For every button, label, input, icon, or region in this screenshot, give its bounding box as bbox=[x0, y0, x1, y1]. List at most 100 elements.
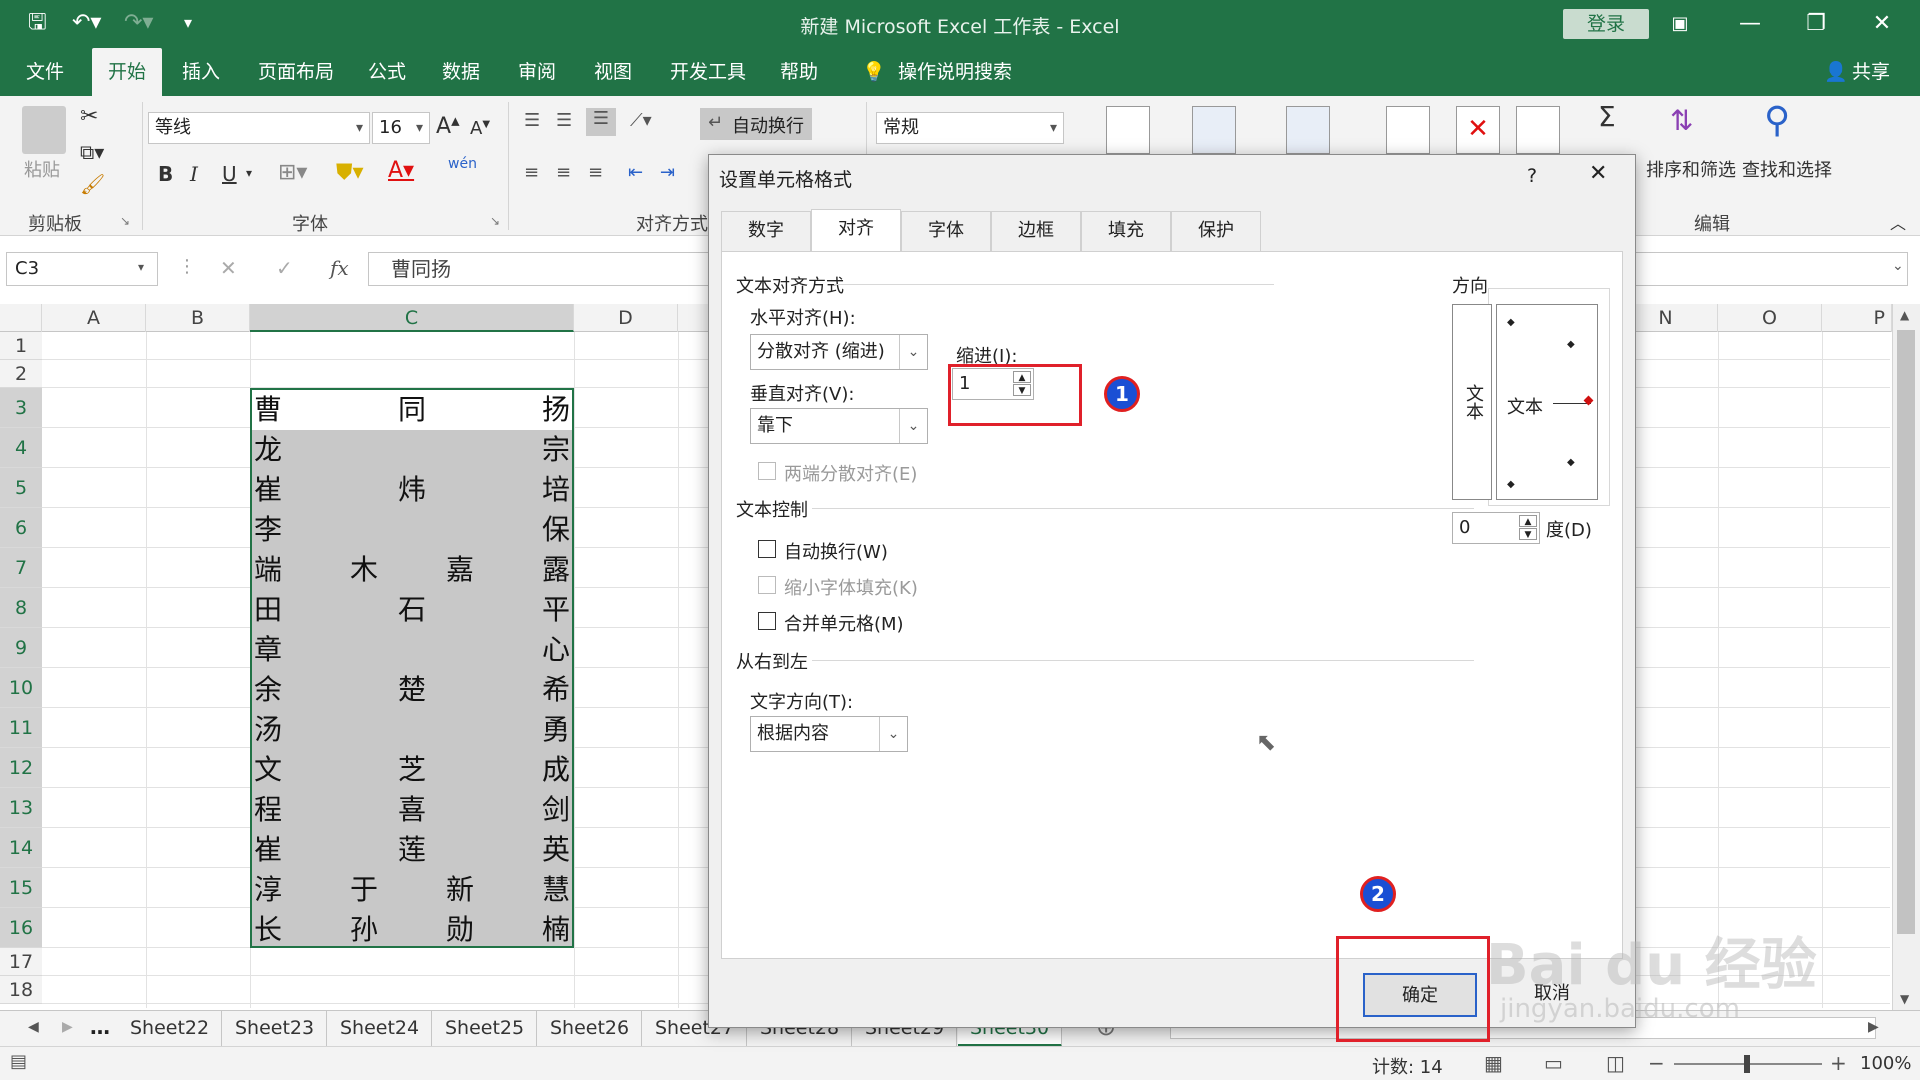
collapse-ribbon-icon[interactable]: ︿ bbox=[1890, 210, 1906, 234]
vertical-scrollbar[interactable]: ▲ ▼ bbox=[1892, 304, 1920, 1010]
scroll-up-icon[interactable]: ▲ bbox=[1900, 308, 1909, 322]
sheet-tab[interactable]: Sheet25 bbox=[433, 1011, 538, 1047]
row-header[interactable]: 10 bbox=[0, 668, 42, 708]
tab-home[interactable]: 开始 bbox=[92, 48, 162, 96]
table-row[interactable]: 崔莲英 bbox=[254, 830, 570, 870]
table-row[interactable]: 长孙勋楠 bbox=[254, 910, 570, 950]
login-button[interactable]: 登录 bbox=[1563, 9, 1649, 39]
table-row[interactable]: 章心 bbox=[254, 630, 570, 670]
table-row[interactable]: 李保 bbox=[254, 510, 570, 550]
sheet-tab[interactable]: Sheet24 bbox=[328, 1011, 433, 1047]
cut-icon[interactable]: ✂ bbox=[80, 104, 98, 129]
increase-indent-icon[interactable]: ⇥ bbox=[660, 162, 675, 183]
copy-icon[interactable]: ⧉▾ bbox=[80, 140, 104, 164]
sheet-tab[interactable]: Sheet22 bbox=[118, 1011, 223, 1047]
table-row[interactable]: 淳于新慧 bbox=[254, 870, 570, 910]
zoom-slider-thumb[interactable] bbox=[1744, 1055, 1750, 1073]
table-row[interactable]: 程喜剑 bbox=[254, 790, 570, 830]
prev-sheet-icon[interactable]: ◀ bbox=[28, 1019, 39, 1035]
cell-styles-icon[interactable] bbox=[1286, 106, 1330, 154]
font-color-icon[interactable]: A▾ bbox=[388, 158, 414, 183]
tab-view[interactable]: 视图 bbox=[588, 48, 638, 96]
conditional-formatting-icon[interactable] bbox=[1106, 106, 1150, 154]
find-select-button[interactable]: 查找和选择 bbox=[1742, 156, 1832, 182]
row-header[interactable]: 15 bbox=[0, 868, 42, 908]
column-header[interactable]: A bbox=[42, 304, 146, 332]
format-as-table-icon[interactable] bbox=[1192, 106, 1236, 154]
row-header[interactable]: 18 bbox=[0, 976, 42, 1004]
font-size-select[interactable]: 16 bbox=[372, 112, 430, 144]
row-header[interactable]: 12 bbox=[0, 748, 42, 788]
spin-up-icon[interactable]: ▲ bbox=[1519, 515, 1537, 527]
minimize-icon[interactable]: — bbox=[1730, 8, 1770, 40]
row-header[interactable]: 16 bbox=[0, 908, 42, 948]
more-sheets-icon[interactable]: … bbox=[90, 1015, 110, 1039]
dialog-launcher-icon[interactable]: ↘ bbox=[120, 214, 130, 228]
column-header[interactable]: P bbox=[1822, 304, 1892, 332]
table-row[interactable]: 文芝成 bbox=[254, 750, 570, 790]
row-header[interactable]: 8 bbox=[0, 588, 42, 628]
tab-protection[interactable]: 保护 bbox=[1171, 211, 1261, 251]
vertical-text-toggle[interactable]: 文本 bbox=[1452, 304, 1492, 500]
horizontal-align-select[interactable]: 分散对齐 (缩进) ⌄ bbox=[750, 334, 928, 370]
table-row[interactable]: 龙宗 bbox=[254, 430, 570, 470]
underline-button[interactable]: U bbox=[222, 162, 237, 186]
table-row[interactable]: 汤勇 bbox=[254, 710, 570, 750]
font-name-select[interactable]: 等线 bbox=[148, 112, 370, 144]
tab-page-layout[interactable]: 页面布局 bbox=[252, 48, 340, 96]
table-row[interactable]: 田石平 bbox=[254, 590, 570, 630]
row-header[interactable]: 9 bbox=[0, 628, 42, 668]
merge-cells-checkbox[interactable] bbox=[758, 612, 776, 630]
row-header[interactable]: 2 bbox=[0, 360, 42, 388]
find-select-icon[interactable]: ⚲ bbox=[1764, 100, 1790, 141]
format-painter-icon[interactable]: 🖌 bbox=[80, 172, 105, 196]
tab-alignment[interactable]: 对齐 bbox=[811, 209, 901, 251]
tab-fill[interactable]: 填充 bbox=[1081, 211, 1171, 251]
zoom-out-icon[interactable]: − bbox=[1648, 1051, 1665, 1075]
align-right-icon[interactable]: ≡ bbox=[588, 162, 603, 183]
wrap-text-button[interactable]: ↵ 自动换行 bbox=[700, 108, 812, 140]
align-middle-icon[interactable]: ☰ bbox=[556, 110, 572, 131]
page-break-view-icon[interactable]: ◫ bbox=[1606, 1051, 1625, 1075]
tab-font[interactable]: 字体 bbox=[901, 211, 991, 251]
orientation-dial[interactable]: 文本 ◆ ◆ ◆ ◆ bbox=[1496, 304, 1598, 500]
name-box[interactable]: C3 bbox=[6, 252, 158, 286]
zoom-level[interactable]: 100% bbox=[1860, 1053, 1911, 1074]
column-header[interactable]: D bbox=[574, 304, 678, 332]
align-top-icon[interactable]: ☰ bbox=[524, 110, 540, 131]
delete-cells-icon[interactable]: ✕ bbox=[1456, 106, 1500, 154]
sheet-tab[interactable]: Sheet26 bbox=[538, 1011, 643, 1047]
ribbon-display-icon[interactable]: ▣ bbox=[1660, 8, 1700, 40]
insert-function-button[interactable]: fx bbox=[330, 256, 349, 280]
tab-review[interactable]: 审阅 bbox=[512, 48, 562, 96]
name-box-dropdown-icon[interactable]: ▾ bbox=[138, 260, 144, 274]
decrease-indent-icon[interactable]: ⇤ bbox=[628, 162, 643, 183]
sort-filter-button[interactable]: 排序和筛选 bbox=[1646, 156, 1736, 182]
align-center-icon[interactable]: ≡ bbox=[556, 162, 571, 183]
row-header[interactable]: 7 bbox=[0, 548, 42, 588]
tab-help[interactable]: 帮助 bbox=[774, 48, 824, 96]
font-dialog-launcher-icon[interactable]: ↘ bbox=[490, 214, 500, 228]
paste-button[interactable]: 粘贴 bbox=[24, 156, 60, 182]
align-bottom-icon[interactable]: ☰ bbox=[586, 108, 616, 136]
spin-down-icon[interactable]: ▼ bbox=[1519, 528, 1537, 540]
tab-number[interactable]: 数字 bbox=[721, 211, 811, 251]
fill-color-icon[interactable]: ⛊▾ bbox=[336, 160, 364, 185]
tab-file[interactable]: 文件 bbox=[20, 48, 70, 96]
page-layout-view-icon[interactable]: ▭ bbox=[1544, 1051, 1563, 1075]
row-header[interactable]: 11 bbox=[0, 708, 42, 748]
number-format-select[interactable]: 常规 bbox=[876, 112, 1064, 144]
dialog-help-button[interactable]: ? bbox=[1527, 165, 1537, 187]
cancel-entry-icon[interactable]: ✕ bbox=[220, 256, 237, 280]
tab-formulas[interactable]: 公式 bbox=[362, 48, 412, 96]
row-header[interactable]: 6 bbox=[0, 508, 42, 548]
tab-border[interactable]: 边框 bbox=[991, 211, 1081, 251]
close-window-icon[interactable]: ✕ bbox=[1862, 8, 1902, 40]
row-header[interactable]: 4 bbox=[0, 428, 42, 468]
tab-data[interactable]: 数据 bbox=[436, 48, 486, 96]
grow-font-icon[interactable]: A▲ bbox=[436, 114, 460, 139]
scroll-thumb[interactable] bbox=[1897, 330, 1915, 934]
sort-filter-icon[interactable]: ⇅ bbox=[1670, 104, 1693, 137]
row-header[interactable]: 17 bbox=[0, 948, 42, 976]
next-sheet-icon[interactable]: ▶ bbox=[62, 1019, 73, 1035]
